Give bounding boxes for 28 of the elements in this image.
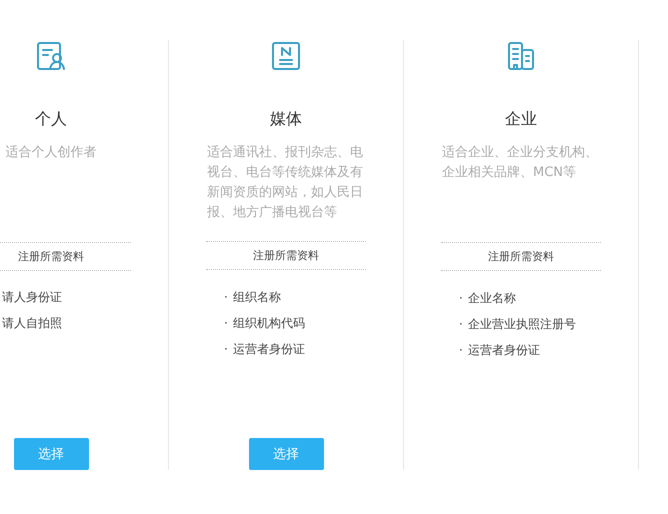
card-title: 媒体 [270, 108, 302, 130]
card-title: 企业 [505, 108, 537, 130]
bullet: · [224, 290, 228, 304]
card-description: 适合通讯社、报刊杂志、电视台、电台等传统媒体及有新闻资质的网站，如人民日报、地方广播电视台等 [207, 144, 364, 222]
requirement-item: 运营者身份证 [468, 342, 540, 358]
select-button[interactable]: 选择 [14, 438, 88, 470]
bullet: · [224, 316, 228, 330]
bullet: · [224, 342, 228, 356]
section-label: 注册所需资料 [488, 249, 554, 265]
requirement-item: 请人身份证 [2, 289, 62, 306]
newspaper-icon [270, 40, 302, 72]
bullet: · [459, 343, 463, 357]
select-button[interactable]: 选择 [248, 438, 324, 470]
requirement-item: 组织机构代码 [232, 314, 305, 332]
bullet: · [459, 291, 463, 305]
requirement-item: 运营者身份证 [232, 340, 305, 358]
requirement-item: 企业营业执照注册号 [468, 316, 576, 332]
bullet: · [459, 317, 463, 331]
section-label: 注册所需资料 [253, 248, 319, 264]
requirement-item: 组织名称 [232, 288, 281, 306]
card-description: 适合企业、企业分支机构、企业相关品牌、MCN等 [442, 144, 599, 182]
section-label: 注册所需资料 [18, 248, 84, 265]
requirement-item: 企业名称 [468, 290, 516, 306]
card-description: 适合个人创作者 [6, 144, 96, 162]
person-document-icon [35, 40, 67, 72]
requirement-item: 请人自拍照 [2, 315, 62, 332]
card-title: 个人 [35, 108, 67, 130]
building-icon [505, 40, 537, 72]
